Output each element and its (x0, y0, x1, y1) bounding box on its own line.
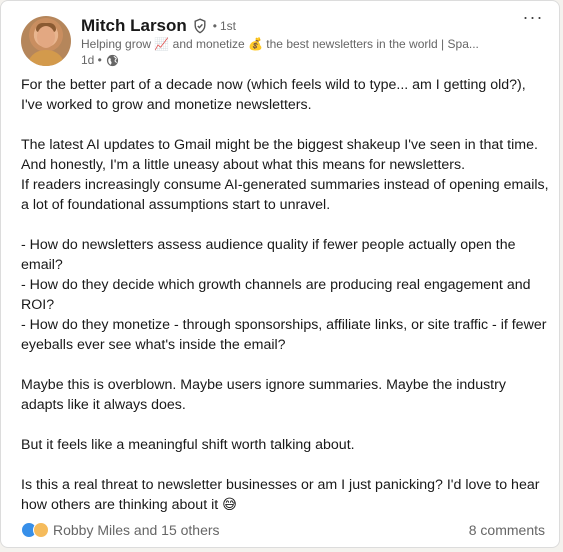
post-paragraph: Is this a real threat to newsletter busi… (21, 477, 540, 513)
post-paragraph: - How do newsletters assess audience qua… (21, 237, 547, 353)
reaction-icons[interactable] (21, 522, 49, 538)
post-paragraph: But it feels like a meaningful shift wor… (21, 437, 355, 453)
reactors-link[interactable]: Robby Miles and 15 others (53, 522, 469, 538)
post-timestamp-row: 1d • (81, 53, 119, 67)
more-options-icon[interactable]: ··· (521, 8, 545, 29)
feed-post-card: Mitch Larson • 1st Helping grow 📈 and mo… (0, 0, 560, 548)
author-name[interactable]: Mitch Larson (81, 16, 187, 36)
comments-count-link[interactable]: 8 comments (469, 522, 545, 538)
degree-separator: • (212, 19, 217, 33)
post-paragraph: For the better part of a decade now (whi… (21, 77, 526, 113)
post-paragraph: The latest AI updates to Gmail might be … (21, 137, 549, 213)
verified-icon (192, 18, 208, 34)
author-name-row: Mitch Larson • 1st (81, 16, 236, 36)
connection-degree: 1st (220, 19, 237, 33)
author-headline: Helping grow 📈 and monetize 💰 the best n… (81, 37, 479, 51)
insightful-icon (33, 522, 49, 538)
social-counts-bar: Robby Miles and 15 others 8 comments (21, 522, 545, 538)
post-timestamp: 1d • (81, 53, 102, 67)
author-avatar[interactable] (21, 16, 71, 66)
post-body: For the better part of a decade now (whi… (21, 75, 549, 515)
post-paragraph: Maybe this is overblown. Maybe users ign… (21, 377, 506, 413)
globe-icon (106, 54, 119, 67)
